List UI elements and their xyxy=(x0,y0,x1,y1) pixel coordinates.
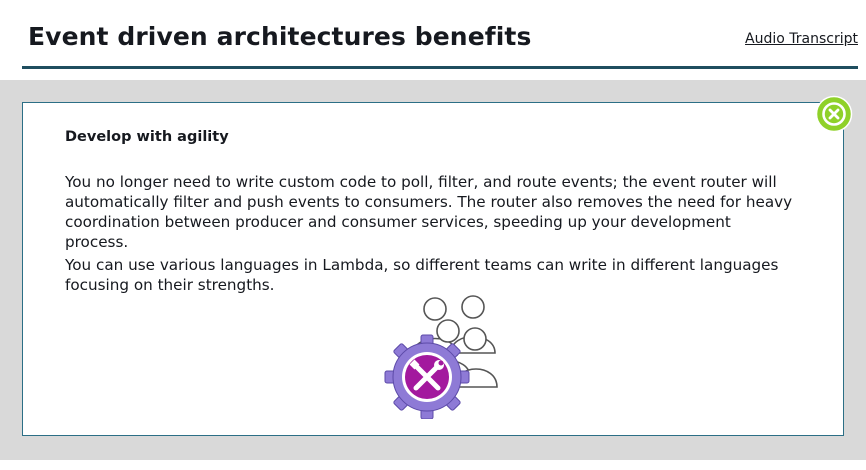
card-paragraph-1: You no longer need to write custom code … xyxy=(65,173,793,251)
info-card: Develop with agility You no longer need … xyxy=(22,102,844,436)
bottom-strip xyxy=(0,460,866,470)
content-stage: Develop with agility You no longer need … xyxy=(0,80,866,460)
close-icon[interactable] xyxy=(815,95,853,133)
card-paragraph-2: You can use various languages in Lambda,… xyxy=(65,256,779,294)
audio-transcript-link[interactable]: Audio Transcript xyxy=(745,31,858,47)
page-title: Event driven architectures benefits xyxy=(28,22,532,51)
people-with-gear-tools-icon xyxy=(384,295,498,419)
header-divider xyxy=(22,66,858,69)
header: Event driven architectures benefits Audi… xyxy=(0,0,866,80)
card-heading: Develop with agility xyxy=(65,129,229,145)
